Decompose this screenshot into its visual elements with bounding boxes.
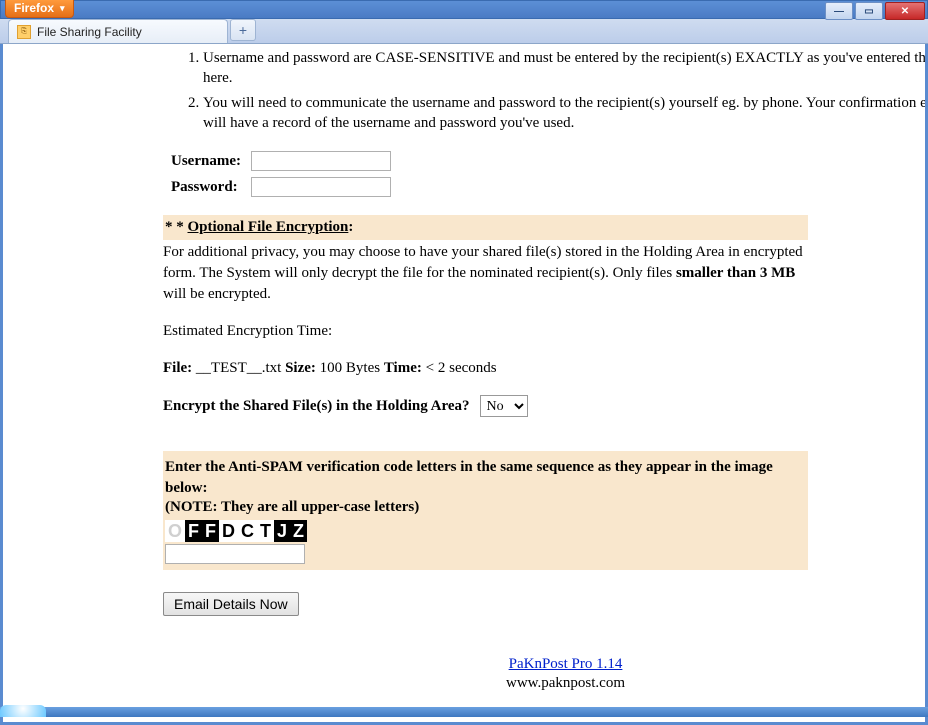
encrypt-question: Encrypt the Shared File(s) in the Holdin…	[163, 398, 470, 415]
captcha-char: Z	[290, 520, 307, 542]
submit-row: Email Details Now	[163, 592, 925, 616]
time-value: < 2 seconds	[426, 360, 497, 376]
antispam-header: Enter the Anti-SPAM verification code le…	[165, 457, 806, 499]
captcha-input[interactable]	[165, 544, 305, 564]
content-scroll[interactable]: Username and password are CASE-SENSITIVE…	[3, 44, 925, 722]
titlebar: Firefox ▾ — ▭ ✕	[0, 0, 928, 19]
username-label: Username:	[167, 149, 245, 173]
firefox-menu-button[interactable]: Firefox ▾	[5, 0, 74, 18]
encryption-heading: * * Optional File Encryption:	[163, 215, 808, 240]
captcha-char: F	[185, 520, 202, 542]
encrypt-select[interactable]: No	[480, 395, 528, 417]
taskbar	[0, 707, 928, 717]
encryption-desc-bold: smaller than 3 MB	[676, 265, 795, 281]
tab-file-sharing[interactable]: ⎘ File Sharing Facility	[8, 19, 228, 43]
start-orb[interactable]	[0, 705, 46, 717]
size-value: 100 Bytes	[320, 360, 380, 376]
encryption-heading-colon: :	[348, 219, 353, 235]
encryption-desc-post: will be encrypted.	[163, 286, 271, 302]
estimated-time-label: Estimated Encryption Time:	[163, 323, 808, 340]
captcha-char: C	[238, 520, 257, 542]
captcha-char: J	[274, 520, 290, 542]
captcha-char: F	[202, 520, 219, 542]
password-input[interactable]	[251, 177, 391, 197]
antispam-note: (NOTE: They are all upper-case letters)	[165, 499, 806, 516]
captcha-image: OFFDCTJZ	[165, 520, 307, 542]
antispam-section: Enter the Anti-SPAM verification code le…	[163, 451, 808, 570]
file-value: __TEST__.txt	[196, 360, 281, 376]
footer: PaKnPost Pro 1.14 www.paknpost.com	[163, 656, 925, 692]
credentials-table: Username: Password:	[165, 147, 397, 201]
size-label: Size:	[285, 360, 316, 376]
captcha-char: O	[165, 520, 185, 542]
instruction-list: Username and password are CASE-SENSITIVE…	[163, 48, 925, 133]
tab-favicon: ⎘	[17, 25, 31, 39]
file-info-row: File: __TEST__.txt Size: 100 Bytes Time:…	[163, 360, 808, 377]
tabstrip: ⎘ File Sharing Facility +	[0, 19, 928, 44]
window-controls: — ▭ ✕	[825, 2, 925, 20]
instruction-item-2: You will need to communicate the usernam…	[203, 93, 925, 134]
encryption-heading-stars: * *	[165, 219, 184, 235]
captcha-char: D	[219, 520, 238, 542]
page-content: Username and password are CASE-SENSITIVE…	[163, 48, 925, 722]
file-label: File:	[163, 360, 192, 376]
firefox-menu-label: Firefox	[14, 1, 54, 15]
email-details-button[interactable]: Email Details Now	[163, 592, 299, 616]
close-button[interactable]: ✕	[885, 2, 925, 20]
chevron-down-icon: ▾	[60, 3, 65, 14]
password-label: Password:	[167, 175, 245, 199]
time-label: Time:	[384, 360, 422, 376]
encrypt-question-row: Encrypt the Shared File(s) in the Holdin…	[163, 395, 925, 417]
instruction-item-1: Username and password are CASE-SENSITIVE…	[203, 48, 925, 89]
encryption-heading-text: Optional File Encryption	[188, 219, 349, 235]
client-area: Username and password are CASE-SENSITIVE…	[0, 44, 928, 725]
minimize-button[interactable]: —	[825, 2, 853, 20]
captcha-char: T	[257, 520, 274, 542]
new-tab-button[interactable]: +	[230, 19, 256, 41]
maximize-button[interactable]: ▭	[855, 2, 883, 20]
tab-title: File Sharing Facility	[37, 25, 142, 39]
encryption-description: For additional privacy, you may choose t…	[163, 242, 808, 305]
footer-site: www.paknpost.com	[163, 675, 925, 692]
username-input[interactable]	[251, 151, 391, 171]
footer-link[interactable]: PaKnPost Pro 1.14	[509, 656, 623, 672]
